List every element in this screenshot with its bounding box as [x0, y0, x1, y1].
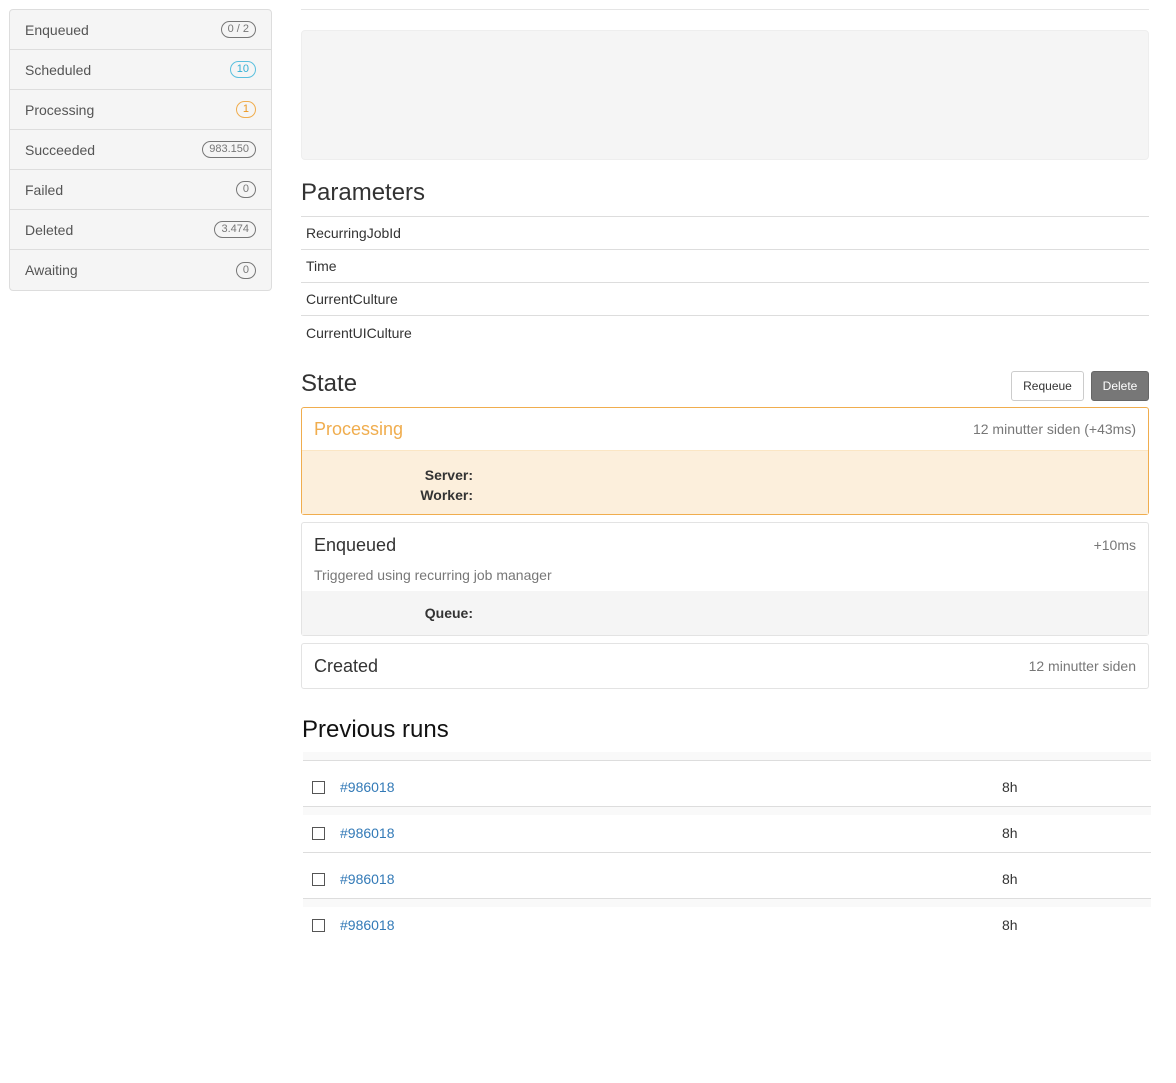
previous-runs-heading: Previous runs: [302, 716, 449, 743]
parameter-row: Time: [301, 250, 1149, 283]
count-badge: 983.150: [202, 141, 256, 158]
parameter-name: CurrentUICulture: [306, 324, 412, 341]
state-time: 12 minutter siden: [1028, 658, 1136, 674]
sidebar-item-awaiting[interactable]: Awaiting 0: [10, 250, 271, 290]
sidebar-item-label: Deleted: [25, 221, 74, 238]
worker-row: Worker:: [302, 485, 1148, 505]
queue-row: Queue:: [302, 603, 1148, 623]
sidebar-item-processing[interactable]: Processing 1: [10, 90, 271, 130]
server-label: Server:: [424, 467, 473, 483]
state-time: +10ms: [1093, 537, 1136, 553]
delete-button[interactable]: Delete: [1091, 371, 1149, 401]
job-link[interactable]: #986018: [340, 917, 395, 933]
row-checkbox[interactable]: [312, 827, 325, 840]
row-checkbox[interactable]: [312, 781, 325, 794]
card-header: Created 12 minutter siden: [302, 644, 1148, 688]
sidebar-item-enqueued[interactable]: Enqueued 0 / 2: [10, 10, 271, 50]
sidebar-menu: Enqueued 0 / 2 Scheduled 10 Processing 1…: [9, 9, 272, 291]
card-header: Processing 12 minutter siden (+43ms): [302, 408, 1148, 450]
parameters-heading: Parameters: [301, 179, 426, 206]
parameter-name: Time: [306, 258, 337, 274]
sidebar-item-label: Awaiting: [25, 262, 78, 278]
state-title: Created: [314, 655, 379, 676]
state-title: Enqueued: [314, 534, 397, 555]
job-age: 8h: [1002, 779, 1018, 795]
card-body: Server: Worker:: [302, 450, 1148, 514]
previous-runs-table: #986018 8h #986018 8h #986018 8h #986018…: [303, 752, 1151, 944]
job-link[interactable]: #986018: [340, 871, 395, 887]
job-link[interactable]: #986018: [340, 825, 395, 841]
state-reason: Triggered using recurring job manager: [314, 567, 552, 583]
job-age: 8h: [1002, 825, 1018, 841]
state-title: Processing: [314, 418, 404, 439]
sidebar-item-deleted[interactable]: Deleted 3.474: [10, 210, 271, 250]
worker-label: Worker:: [420, 487, 473, 503]
count-badge: 10: [229, 61, 256, 78]
state-heading: State: [301, 370, 358, 397]
parameter-name: RecurringJobId: [306, 225, 401, 241]
sidebar-item-label: Scheduled: [25, 61, 92, 78]
server-row: Server:: [302, 465, 1148, 485]
job-age: 8h: [1002, 871, 1018, 887]
sidebar-item-scheduled[interactable]: Scheduled 10: [10, 50, 271, 90]
job-link[interactable]: #986018: [340, 779, 395, 795]
card-body: Queue:: [302, 591, 1148, 635]
table-row: #986018 8h: [303, 898, 1151, 944]
job-code-block: [301, 30, 1149, 160]
state-time: 12 minutter siden (+43ms): [972, 421, 1136, 437]
sidebar-item-failed[interactable]: Failed 0: [10, 170, 271, 210]
table-header: [303, 752, 1151, 760]
parameters-table: RecurringJobId Time CurrentCulture Curre…: [301, 216, 1149, 349]
sidebar-item-label: Failed: [25, 181, 64, 198]
created-state-card: Created 12 minutter siden: [301, 643, 1149, 689]
requeue-button[interactable]: Requeue: [1011, 371, 1084, 401]
parameter-row: RecurringJobId: [301, 217, 1149, 250]
count-badge: 3.474: [214, 221, 256, 238]
table-row: #986018 8h: [303, 806, 1151, 852]
table-row: #986018 8h: [303, 760, 1151, 806]
processing-state-card: Processing 12 minutter siden (+43ms) Ser…: [301, 407, 1149, 515]
count-badge: 0: [235, 261, 256, 279]
row-checkbox[interactable]: [312, 873, 325, 886]
parameter-row: CurrentUICulture: [301, 316, 1149, 349]
sidebar-item-label: Enqueued: [25, 21, 89, 38]
queue-label: Queue:: [424, 605, 473, 621]
count-badge: 1: [235, 101, 256, 118]
parameter-row: CurrentCulture: [301, 283, 1149, 316]
row-checkbox[interactable]: [312, 919, 325, 932]
count-badge: 0: [235, 181, 256, 198]
sidebar-item-label: Processing: [25, 101, 95, 118]
enqueued-state-card: Enqueued +10ms Triggered using recurring…: [301, 522, 1149, 636]
sidebar-item-succeeded[interactable]: Succeeded 983.150: [10, 130, 271, 170]
parameter-name: CurrentCulture: [306, 291, 398, 307]
divider: [301, 9, 1149, 10]
sidebar-item-label: Succeeded: [25, 141, 96, 158]
card-header: Enqueued +10ms: [302, 523, 1148, 567]
table-row: #986018 8h: [303, 852, 1151, 898]
job-age: 8h: [1002, 917, 1018, 933]
count-badge: 0 / 2: [220, 21, 256, 38]
